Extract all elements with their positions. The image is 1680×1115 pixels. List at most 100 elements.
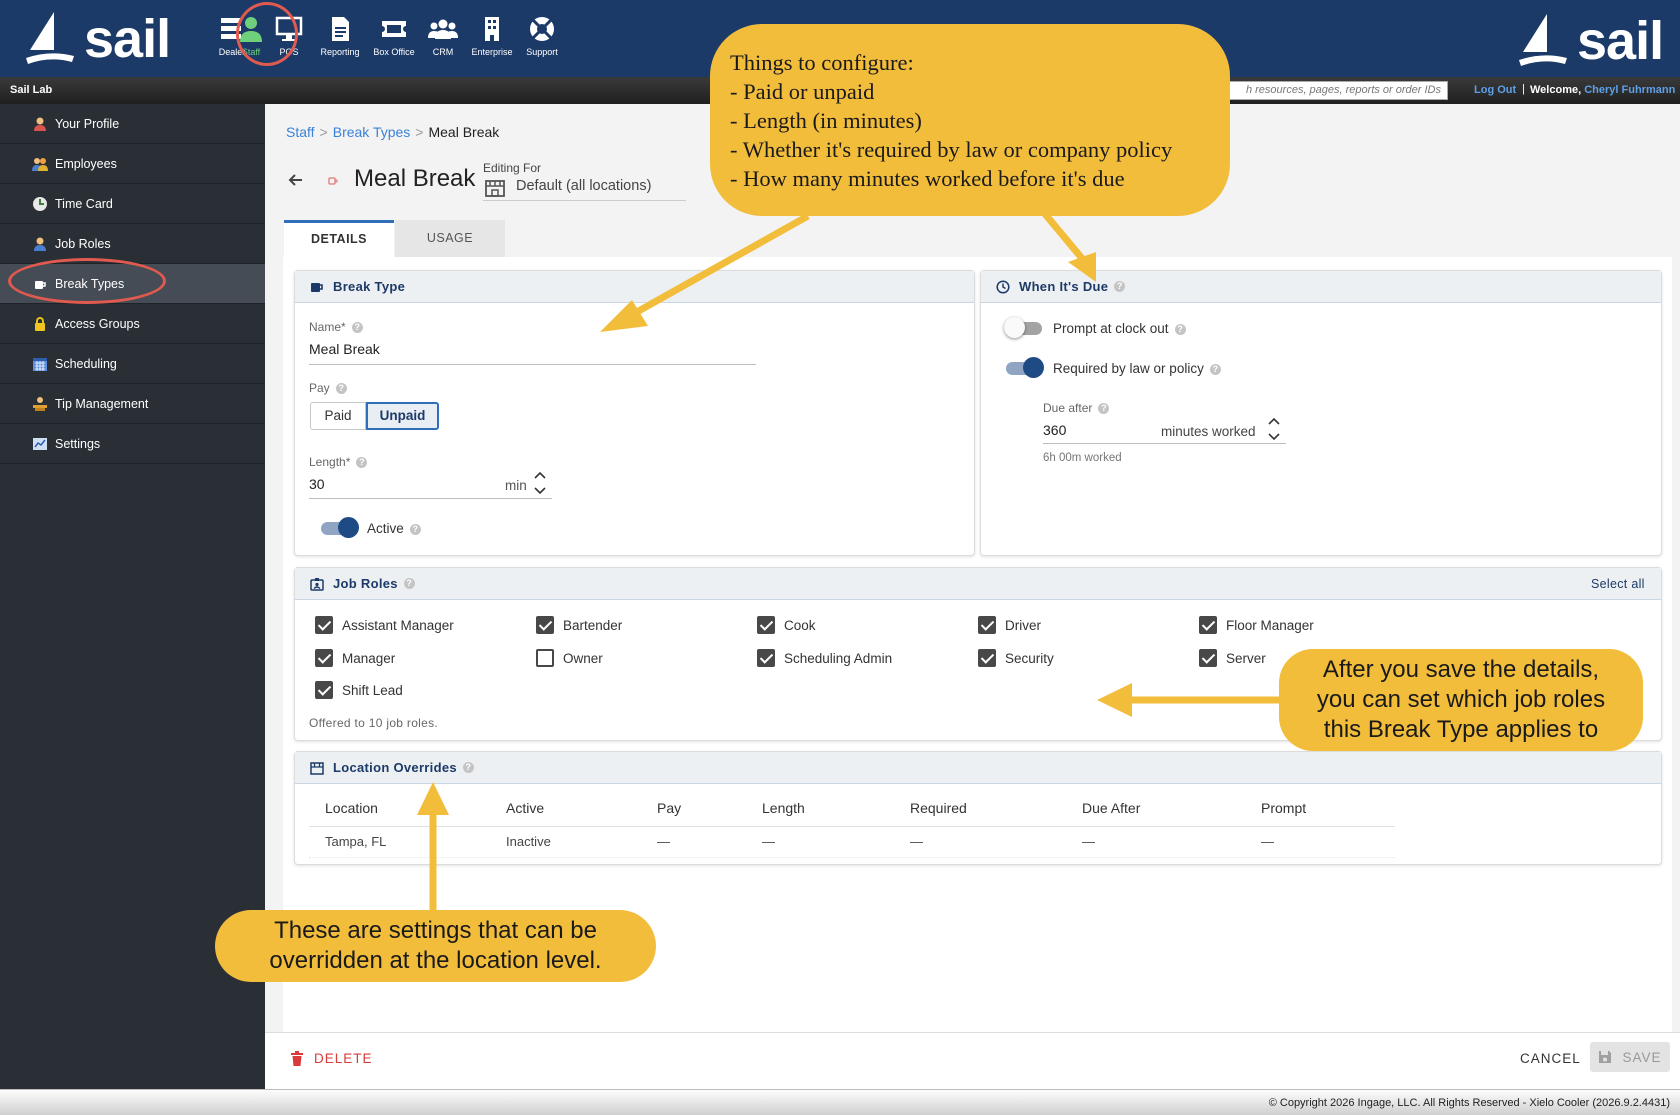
due-after-label: Due after? <box>1043 401 1110 415</box>
callout-line: Things to configure: <box>730 50 914 75</box>
callout-line: After you save the details, <box>1322 656 1600 683</box>
clock-icon <box>996 279 1010 294</box>
name-label: Name*? <box>309 320 363 334</box>
sidebar-item-tip-management[interactable]: Tip Management <box>0 384 265 424</box>
pay-unpaid-option[interactable]: Unpaid <box>366 402 439 430</box>
role-cook-checkbox[interactable]: Cook <box>757 616 816 634</box>
cancel-button[interactable]: CANCEL <box>1520 1051 1581 1066</box>
nav-reporting[interactable]: Reporting <box>311 14 369 60</box>
role-assistant-manager-checkbox[interactable]: Assistant Manager <box>315 616 454 634</box>
label-text: Due after <box>1043 401 1093 415</box>
column-header-active[interactable]: Active <box>506 800 544 816</box>
user-name-link[interactable]: Cheryl Fuhrmann <box>1584 84 1675 96</box>
select-all-link[interactable]: Select all <box>1591 577 1645 591</box>
role-floor-manager-checkbox[interactable]: Floor Manager <box>1199 616 1314 634</box>
role-label: Shift Lead <box>342 682 403 698</box>
column-header-due-after[interactable]: Due After <box>1082 800 1140 816</box>
prompt-toggle[interactable] <box>1004 317 1042 338</box>
help-icon[interactable]: ? <box>1114 281 1126 292</box>
name-underline <box>309 364 756 365</box>
table-row-divider <box>309 857 1395 858</box>
editing-for-label: Editing For <box>483 161 542 175</box>
help-icon[interactable]: ? <box>1098 403 1110 415</box>
role-server-checkbox[interactable]: Server <box>1199 649 1266 667</box>
sidebar-item-job-roles[interactable]: Job Roles <box>0 224 265 264</box>
lock-icon <box>32 316 48 332</box>
back-arrow-icon[interactable] <box>286 170 306 190</box>
length-underline <box>309 498 552 499</box>
help-icon[interactable]: ? <box>1174 323 1186 335</box>
break-type-header: Break Type <box>295 271 974 303</box>
role-label: Scheduling Admin <box>784 650 893 666</box>
role-bartender-checkbox[interactable]: Bartender <box>536 616 622 634</box>
column-header-pay[interactable]: Pay <box>657 800 681 816</box>
help-icon[interactable]: ? <box>351 322 363 334</box>
employees-icon <box>32 156 48 172</box>
length-stepper-icon[interactable] <box>533 470 547 496</box>
logout-link[interactable]: Log Out <box>1474 84 1516 96</box>
save-button[interactable]: SAVE <box>1590 1042 1670 1072</box>
editing-for-select[interactable]: Default (all locations) <box>516 178 651 194</box>
sidebar-item-access-groups[interactable]: Access Groups <box>0 304 265 344</box>
column-header-location[interactable]: Location <box>325 800 378 816</box>
help-icon[interactable]: ? <box>403 578 415 589</box>
checkbox-checked <box>1199 616 1217 634</box>
label-text: Length* <box>309 455 351 469</box>
coffee-cup-icon <box>310 280 324 294</box>
role-owner-checkbox[interactable]: Owner <box>536 649 603 667</box>
trash-icon[interactable] <box>290 1051 304 1067</box>
sidebar-item-time-card[interactable]: Time Card <box>0 184 265 224</box>
sidebar-item-your-profile[interactable]: Your Profile <box>0 104 265 144</box>
pay-paid-option[interactable]: Paid <box>310 402 366 430</box>
sail-logo[interactable]: sail <box>24 8 171 70</box>
global-search-input[interactable]: h resources, pages, reports or order IDs <box>1225 81 1448 100</box>
help-icon[interactable]: ? <box>1209 363 1221 375</box>
length-label: Length*? <box>309 455 368 469</box>
breadcrumb-break-types[interactable]: Break Types <box>333 124 411 140</box>
building-icon <box>477 14 507 44</box>
breadcrumb-staff[interactable]: Staff <box>286 124 315 140</box>
length-input[interactable]: 30 <box>309 476 325 492</box>
cell-active: Inactive <box>506 834 551 849</box>
help-icon[interactable]: ? <box>356 457 368 469</box>
break-types-highlight-ring <box>8 258 166 304</box>
role-security-checkbox[interactable]: Security <box>978 649 1054 667</box>
callout-line: overridden at the location level. <box>269 947 602 974</box>
name-input[interactable]: Meal Break <box>309 341 380 357</box>
due-after-input[interactable]: 360 <box>1043 422 1066 438</box>
nav-support[interactable]: Support <box>513 14 571 60</box>
sidebar-item-scheduling[interactable]: Scheduling <box>0 344 265 384</box>
sail-logo-right: sail <box>1517 10 1664 72</box>
help-icon[interactable]: ? <box>409 523 421 535</box>
tab-details[interactable]: DETAILS <box>284 220 394 257</box>
people-icon <box>428 14 458 44</box>
required-toggle[interactable] <box>1006 357 1044 378</box>
role-scheduling-admin-checkbox[interactable]: Scheduling Admin <box>757 649 892 667</box>
company-name: Sail Lab <box>10 84 53 96</box>
help-icon[interactable]: ? <box>462 762 474 773</box>
role-label: Bartender <box>563 617 623 633</box>
copyright-bar: © Copyright 2026 Ingage, LLC. All Rights… <box>0 1089 1680 1115</box>
sidebar-item-label: Tip Management <box>55 396 149 411</box>
column-header-length[interactable]: Length <box>762 800 805 816</box>
column-header-prompt[interactable]: Prompt <box>1261 800 1306 816</box>
sidebar-item-employees[interactable]: Employees <box>0 144 265 184</box>
toggle-knob <box>1023 357 1044 378</box>
sidebar-item-settings[interactable]: Settings <box>0 424 265 464</box>
cell-length: — <box>762 834 775 849</box>
sidebar-item-label: Access Groups <box>55 316 140 331</box>
delete-button[interactable]: DELETE <box>314 1051 373 1066</box>
active-toggle[interactable] <box>321 517 359 538</box>
callout-overrides: These are settings that can be overridde… <box>215 910 656 982</box>
role-shift-lead-checkbox[interactable]: Shift Lead <box>315 681 403 699</box>
role-manager-checkbox[interactable]: Manager <box>315 649 395 667</box>
due-after-stepper-icon[interactable] <box>1267 416 1281 442</box>
label-text: Required by law or policy <box>1053 361 1204 376</box>
column-header-required[interactable]: Required <box>910 800 967 816</box>
callout-line: - Whether it's required by law or compan… <box>730 137 1173 162</box>
save-label: SAVE <box>1622 1049 1662 1065</box>
tab-usage[interactable]: USAGE <box>395 220 505 257</box>
help-icon[interactable]: ? <box>335 383 347 395</box>
role-driver-checkbox[interactable]: Driver <box>978 616 1041 634</box>
cell-pay: — <box>657 834 670 849</box>
